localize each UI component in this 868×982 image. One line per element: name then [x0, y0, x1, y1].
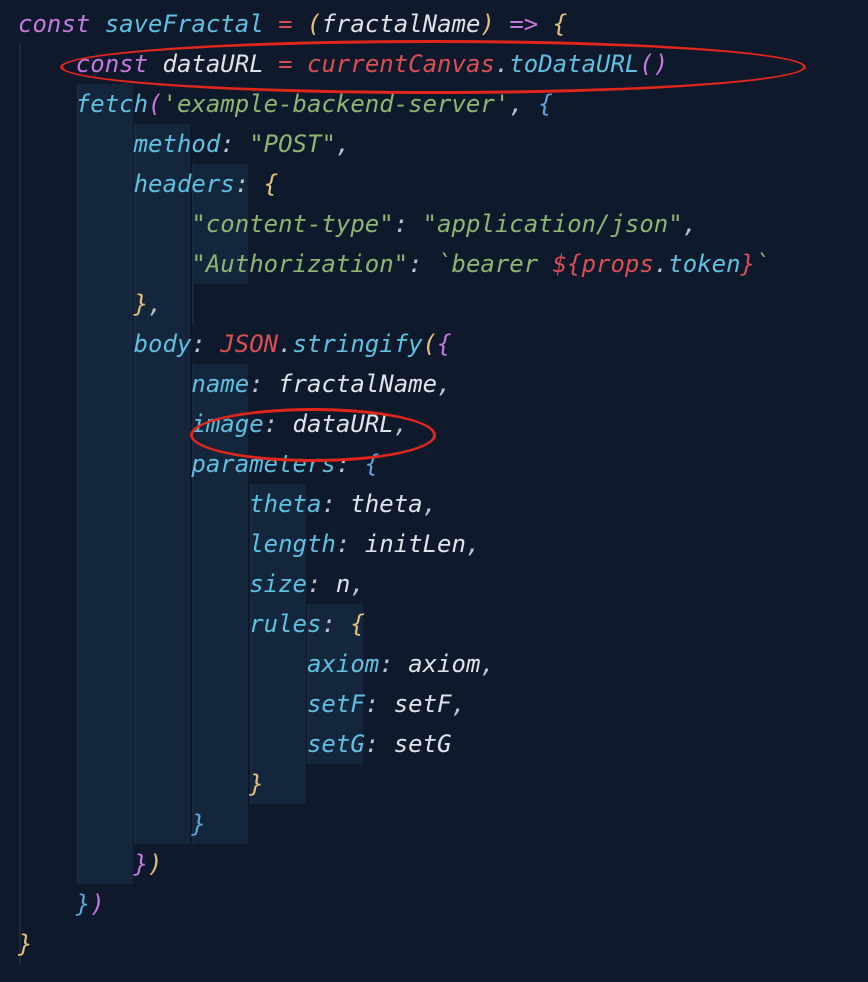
code-line-20: }	[18, 770, 264, 798]
code-line-22: })	[18, 850, 163, 878]
code-line-16: rules: {	[18, 610, 365, 638]
code-line-1: const saveFractal = (fractalName) => {	[18, 10, 567, 38]
code-line-21: }	[18, 810, 206, 838]
code-line-18: setF: setF,	[18, 690, 466, 718]
code-line-24: }	[18, 930, 32, 958]
code-block[interactable]: const saveFractal = (fractalName) => { c…	[0, 0, 868, 964]
code-line-10: name: fractalName,	[18, 370, 452, 398]
code-line-2: const dataURL = currentCanvas.toDataURL(…	[18, 50, 668, 78]
code-line-14: length: initLen,	[18, 530, 480, 558]
code-line-15: size: n,	[18, 570, 365, 598]
code-line-17: axiom: axiom,	[18, 650, 495, 678]
code-line-4: method: "POST",	[18, 130, 350, 158]
code-line-23: })	[18, 890, 105, 918]
code-line-5: headers: {	[18, 170, 278, 198]
code-line-13: theta: theta,	[18, 490, 437, 518]
code-line-8: },	[18, 290, 163, 318]
code-line-11: image: dataURL,	[18, 410, 408, 438]
code-line-12: parameters: {	[18, 450, 379, 478]
code-line-6: "content-type": "application/json",	[18, 210, 697, 238]
code-line-19: setG: setG	[18, 730, 451, 758]
code-line-7: "Authorization": `bearer ${props.token}`	[18, 250, 769, 278]
code-line-9: body: JSON.stringify({	[18, 330, 452, 358]
code-line-3: fetch('example-backend-server', {	[18, 90, 553, 118]
